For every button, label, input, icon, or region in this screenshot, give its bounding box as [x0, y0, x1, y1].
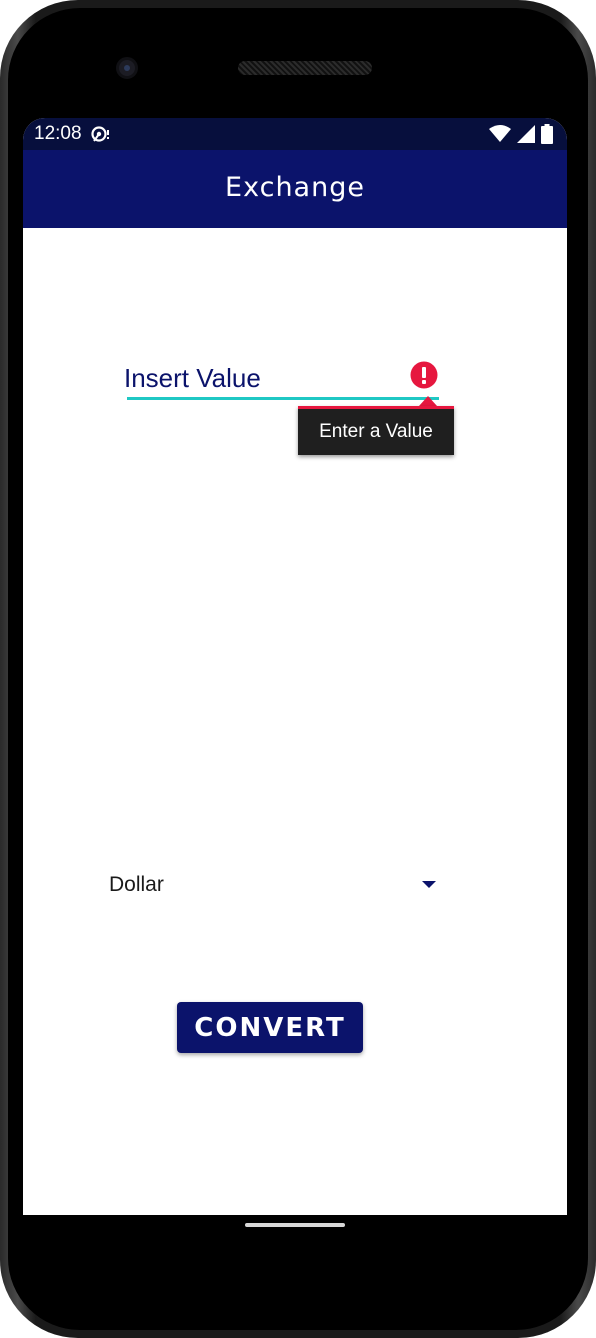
front-camera — [116, 57, 138, 79]
error-tooltip-arrow — [419, 396, 437, 406]
wifi-icon — [489, 125, 511, 142]
input-underline — [127, 397, 439, 400]
signal-icon — [517, 125, 535, 143]
earpiece-speaker — [238, 61, 372, 75]
status-time: 12:08 — [34, 123, 82, 144]
app-bar: Exchange — [23, 150, 567, 228]
value-input[interactable] — [123, 358, 413, 398]
error-icon — [410, 361, 438, 389]
status-bar: 12:08 — [23, 118, 567, 150]
convert-button[interactable]: CONVERT — [177, 1002, 363, 1053]
status-right-icons — [489, 124, 553, 144]
app-title: Exchange — [225, 172, 365, 203]
currency-spinner[interactable]: Dollar — [109, 864, 439, 908]
value-input-container — [123, 358, 441, 402]
notification-icon — [91, 126, 109, 142]
currency-selected: Dollar — [109, 873, 164, 896]
error-tooltip: Enter a Value — [298, 406, 454, 455]
app-screen: 12:08 Exchange Insert Value Enter a Valu… — [23, 118, 567, 1215]
battery-icon — [541, 124, 553, 144]
dropdown-arrow-icon — [422, 881, 436, 888]
gesture-nav-handle[interactable] — [245, 1223, 345, 1227]
